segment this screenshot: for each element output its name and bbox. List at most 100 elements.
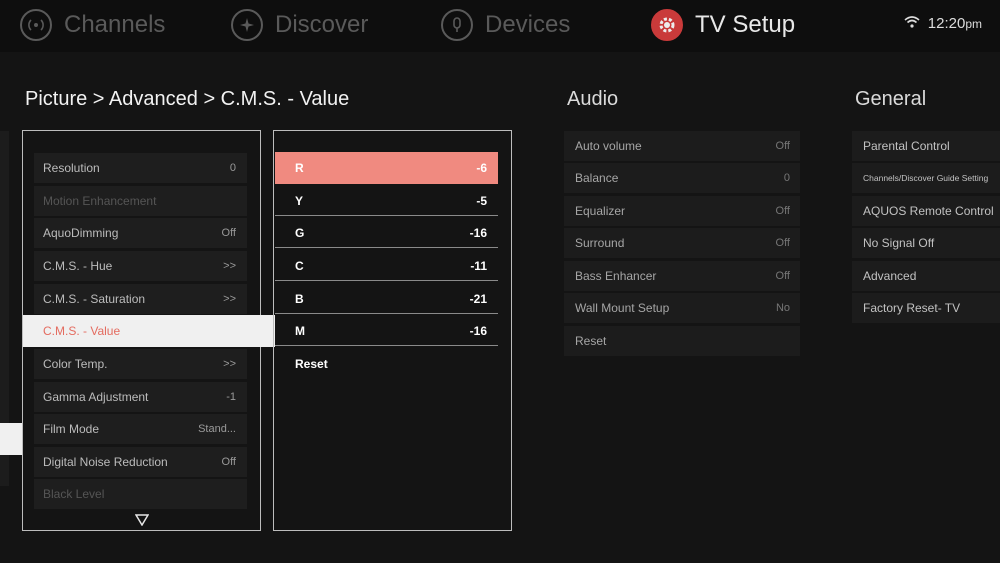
clock-ampm: pm [965,16,982,31]
nav-tv-setup[interactable]: TV Setup [651,6,795,44]
menu-item-black-level[interactable]: Black Level [34,479,247,509]
devices-icon [441,9,473,41]
audio-item-auto-volume[interactable]: Auto volume Off [564,131,800,161]
audio-item-value: Off [775,237,790,249]
general-item-label: Factory Reset- TV [863,301,961,315]
audio-item-value: Off [775,205,790,217]
general-section-title: General [855,88,927,110]
gear-icon [651,9,683,41]
previous-menu-selected-edge [0,423,22,455]
general-item-no-signal-off[interactable]: No Signal Off [852,228,1000,258]
nav-tv-setup-label: TV Setup [695,11,796,38]
menu-item-label: Gamma Adjustment [43,390,149,404]
cms-row-y[interactable]: Y -5 [275,186,498,216]
menu-item-value: Off [221,227,236,239]
menu-item-label: C.M.S. - Saturation [43,292,146,306]
cms-row-label: M [295,323,305,338]
audio-item-label: Surround [575,236,625,250]
general-item-label: Channels/Discover Guide Setting [863,173,989,183]
general-item-factory-reset[interactable]: Factory Reset- TV [852,293,1000,323]
audio-section-title: Audio [567,88,619,110]
menu-item-cms-saturation[interactable]: C.M.S. - Saturation >> [34,284,247,314]
cms-row-b[interactable]: B -21 [275,284,498,314]
wifi-icon [904,15,920,32]
nav-discover[interactable]: Discover [231,6,368,44]
menu-item-value: -1 [226,391,236,403]
menu-item-cms-value[interactable]: C.M.S. - Value [23,315,275,347]
cms-reset-button[interactable]: Reset [275,349,498,379]
cms-row-label: Y [295,193,304,208]
menu-item-label: Film Mode [43,422,100,436]
top-nav-bar: Channels Discover Devices TV Setup 12:20… [0,0,1000,52]
cms-row-label: G [295,225,305,240]
clock-time: 12:20 [927,15,966,32]
cms-row-label: B [295,291,304,306]
cms-row-value: -21 [469,291,487,306]
cms-row-label: R [295,161,304,175]
cms-row-value: -11 [470,258,487,273]
general-item-aquos-remote-control[interactable]: AQUOS Remote Control [852,196,1000,226]
menu-item-label: AquoDimming [43,226,119,240]
general-item-parental-control[interactable]: Parental Control [852,131,1000,161]
nav-channels[interactable]: Channels [20,6,165,44]
menu-item-label: Black Level [43,487,105,501]
cms-row-c[interactable]: C -11 [275,251,498,281]
general-item-advanced[interactable]: Advanced [852,261,1000,291]
discover-icon [231,9,263,41]
audio-item-equalizer[interactable]: Equalizer Off [564,196,800,226]
audio-item-value: 0 [783,172,790,184]
menu-item-label: Motion Enhancement [43,194,157,208]
menu-item-gamma-adjustment[interactable]: Gamma Adjustment -1 [34,382,247,412]
menu-item-label: Resolution [43,161,100,175]
audio-item-label: Reset [575,334,607,348]
audio-item-value: Off [775,140,790,152]
nav-devices-label: Devices [485,11,571,38]
menu-item-label: Digital Noise Reduction [43,455,168,469]
audio-item-label: Equalizer [575,204,626,218]
audio-item-label: Wall Mount Setup [575,301,670,315]
triangle-down-icon[interactable] [134,513,150,531]
cms-reset-label: Reset [295,357,328,371]
menu-item-value: >> [223,358,236,370]
audio-item-reset[interactable]: Reset [564,326,800,356]
cms-row-value: -16 [469,323,487,338]
audio-item-label: Bass Enhancer [575,269,657,283]
audio-item-balance[interactable]: Balance 0 [564,163,800,193]
cms-row-value: -5 [476,193,487,208]
general-item-guide-setting[interactable]: Channels/Discover Guide Setting [852,163,1000,193]
menu-item-color-temp[interactable]: Color Temp. >> [34,349,247,379]
menu-item-label: C.M.S. - Hue [43,259,113,273]
nav-discover-label: Discover [275,11,369,38]
cms-row-r[interactable]: R -6 [275,152,498,184]
audio-item-bass-enhancer[interactable]: Bass Enhancer Off [564,261,800,291]
cms-row-label: C [295,258,304,273]
menu-item-cms-hue[interactable]: C.M.S. - Hue >> [34,251,247,281]
audio-item-label: Balance [575,171,619,185]
audio-item-surround[interactable]: Surround Off [564,228,800,258]
general-item-label: AQUOS Remote Control [863,204,994,218]
status-clock: 12:20 pm [904,15,982,32]
menu-item-digital-noise-reduction[interactable]: Digital Noise Reduction Off [34,447,247,477]
general-item-label: Advanced [863,269,917,283]
menu-item-value: 0 [229,162,236,174]
audio-item-wall-mount-setup[interactable]: Wall Mount Setup No [564,293,800,323]
menu-item-value: Stand... [198,423,236,435]
menu-item-film-mode[interactable]: Film Mode Stand... [34,414,247,444]
cms-row-g[interactable]: G -16 [275,218,498,248]
nav-devices[interactable]: Devices [441,6,570,44]
audio-item-value: Off [775,270,790,282]
menu-item-label: Color Temp. [43,357,108,371]
menu-item-label: C.M.S. - Value [43,324,121,338]
cms-row-value: -6 [476,161,487,175]
general-item-label: No Signal Off [863,236,935,250]
menu-item-value: Off [221,456,236,468]
channels-icon [20,9,52,41]
nav-channels-label: Channels [64,11,166,38]
menu-item-motion-enhancement: Motion Enhancement [34,186,247,216]
audio-item-value: No [775,302,790,314]
menu-item-resolution[interactable]: Resolution 0 [34,153,247,183]
audio-item-label: Auto volume [575,139,642,153]
cms-row-m[interactable]: M -16 [275,316,498,346]
menu-item-aquodimming[interactable]: AquoDimming Off [34,218,247,248]
menu-item-value: >> [223,260,236,272]
